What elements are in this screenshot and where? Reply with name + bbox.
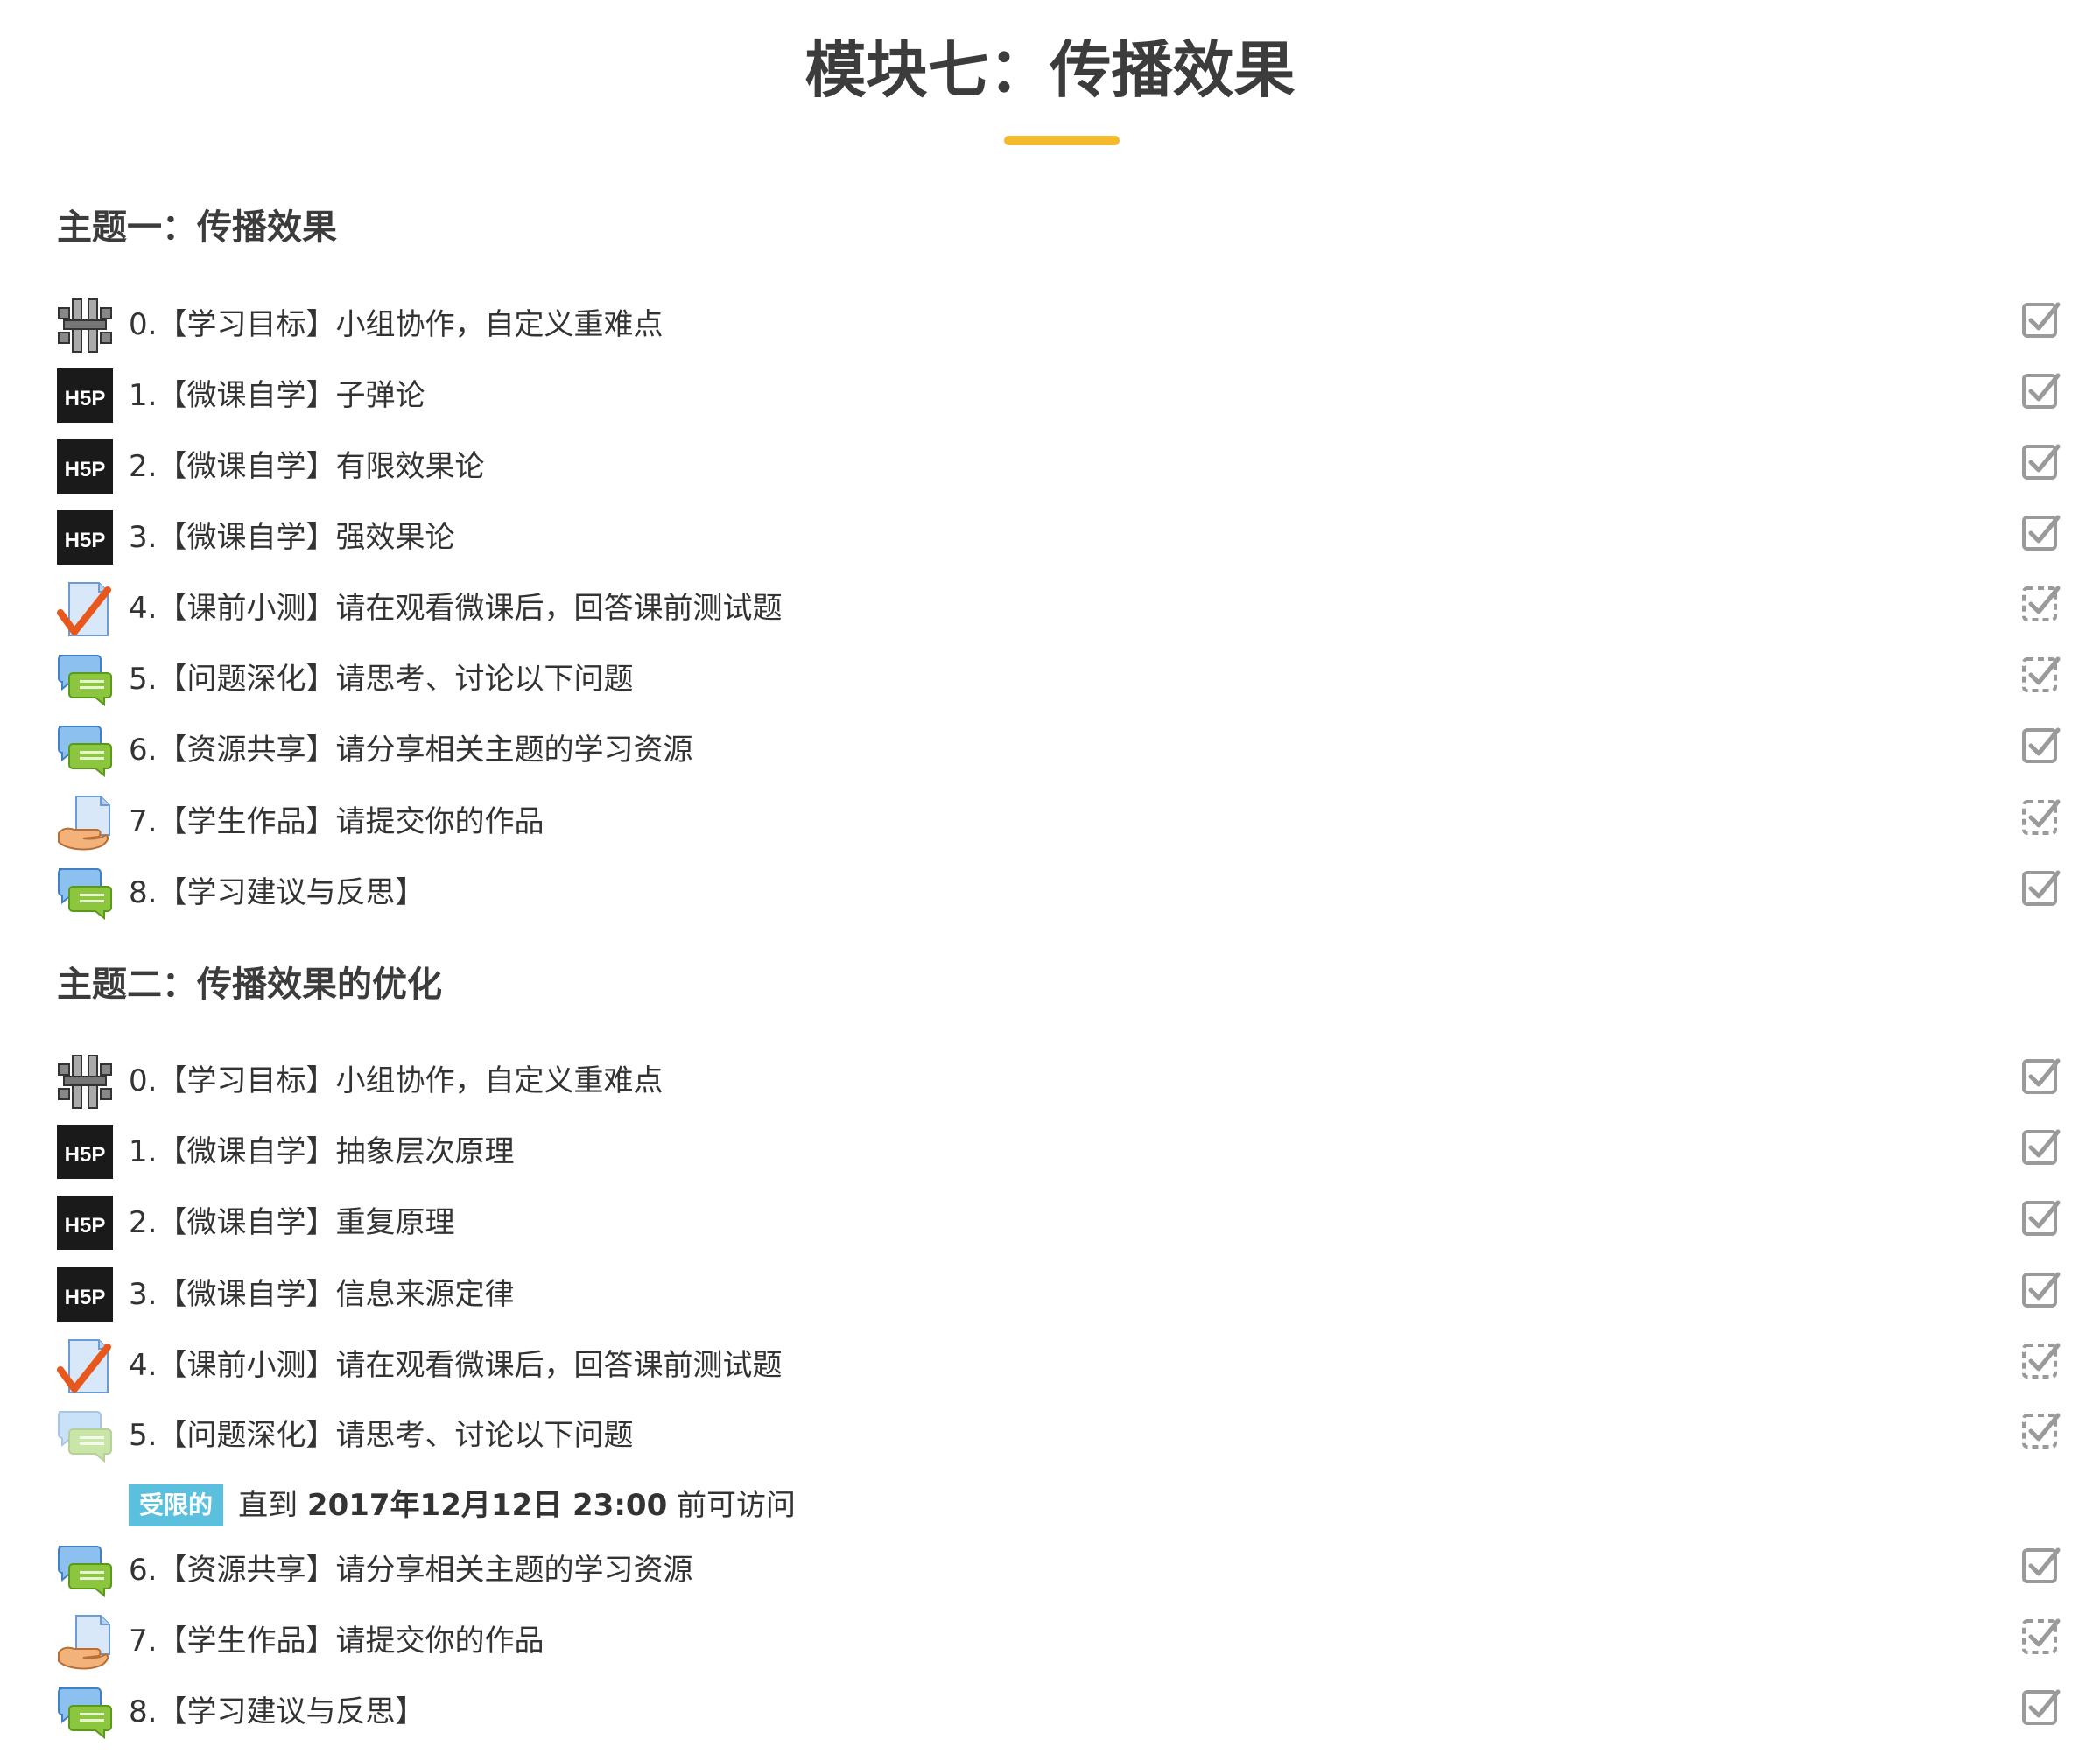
forum-icon: [57, 652, 113, 708]
quiz-icon: [57, 1338, 113, 1394]
activity-row: 8.【学习建议与反思】: [57, 1680, 2061, 1743]
completion-auto-icon: [2021, 654, 2061, 694]
activity-row: H5P 1.【微课自学】抽象层次原理: [57, 1119, 2061, 1182]
activity-row: 4.【课前小测】请在观看微课后，回答课前测试题: [57, 576, 2061, 639]
quiz-icon: [57, 581, 113, 637]
forum-icon: [57, 866, 113, 922]
completion-manual-done-icon[interactable]: [2021, 725, 2061, 765]
activity-row: H5P 1.【微课自学】子弹论: [57, 363, 2061, 426]
workshop-icon: [57, 298, 113, 354]
completion-manual-done-icon[interactable]: [2021, 1056, 2061, 1096]
activity-row: 8.【学习建议与反思】: [57, 860, 2061, 923]
svg-text:H5P: H5P: [65, 1286, 106, 1309]
activity-link[interactable]: 6.【资源共享】请分享相关主题的学习资源: [129, 1548, 692, 1592]
restriction-prefix: 直到: [238, 1488, 298, 1523]
activity-link[interactable]: 8.【学习建议与反思】: [129, 1690, 425, 1734]
activity-link[interactable]: 2.【微课自学】重复原理: [129, 1201, 454, 1245]
completion-manual-done-icon[interactable]: [2021, 1545, 2061, 1585]
restriction-text: 直到 2017年12月12日 23:00 前可访问: [238, 1484, 796, 1527]
activity-row: 5.【问题深化】请思考、讨论以下问题: [57, 647, 2061, 710]
restriction-suffix: 前可访问: [677, 1488, 797, 1523]
completion-auto-icon: [2021, 1410, 2061, 1450]
completion-manual-done-icon[interactable]: [2021, 441, 2061, 481]
h5p-icon: H5P: [57, 368, 113, 424]
activity-link[interactable]: 1.【微课自学】子弹论: [129, 374, 425, 417]
activity-row: 0.【学习目标】小组协作，自定义重难点: [57, 1049, 2061, 1112]
activity-link[interactable]: 7.【学生作品】请提交你的作品: [129, 1619, 544, 1663]
activity-link[interactable]: 2.【微课自学】有限效果论: [129, 445, 484, 488]
activity-link[interactable]: 4.【课前小测】请在观看微课后，回答课前测试题: [129, 1344, 782, 1387]
completion-auto-icon: [2021, 1340, 2061, 1380]
section-title-1: 主题一：传播效果: [57, 207, 337, 248]
activity-link[interactable]: 1.【微课自学】抽象层次原理: [129, 1130, 514, 1174]
page-title: 模块七：传播效果: [804, 34, 1296, 106]
workshop-icon: [57, 1054, 113, 1110]
activity-row: 0.【学习目标】小组协作，自定义重难点: [57, 292, 2061, 355]
section-title-2: 主题二：传播效果的优化: [57, 965, 442, 1005]
completion-manual-done-icon[interactable]: [2021, 370, 2061, 410]
completion-manual-done-icon[interactable]: [2021, 1126, 2061, 1167]
completion-auto-icon: [2021, 1616, 2061, 1656]
title-underline: [1004, 136, 1120, 145]
activity-row: H5P 2.【微课自学】有限效果论: [57, 434, 2061, 497]
restriction-notice: 受限的 直到 2017年12月12日 23:00 前可访问: [129, 1484, 796, 1527]
forum-icon: [57, 723, 113, 779]
completion-manual-done-icon[interactable]: [2021, 1269, 2061, 1309]
h5p-icon: H5P: [57, 1196, 113, 1252]
activity-link[interactable]: 8.【学习建议与反思】: [129, 871, 425, 915]
svg-text:H5P: H5P: [65, 1143, 106, 1167]
assignment-icon: [57, 1614, 113, 1670]
activity-link[interactable]: 6.【资源共享】请分享相关主题的学习资源: [129, 728, 692, 772]
forum-icon: [57, 1543, 113, 1599]
completion-manual-done-icon[interactable]: [2021, 867, 2061, 908]
activity-link[interactable]: 7.【学生作品】请提交你的作品: [129, 800, 544, 844]
h5p-icon: H5P: [57, 439, 113, 495]
activity-row: H5P 2.【微课自学】重复原理: [57, 1190, 2061, 1253]
activity-row: H5P 3.【微课自学】强效果论: [57, 505, 2061, 568]
restricted-badge: 受限的: [129, 1484, 224, 1526]
restriction-date: 2017年12月12日 23:00: [306, 1488, 668, 1523]
activity-link[interactable]: 4.【课前小测】请在观看微课后，回答课前测试题: [129, 586, 782, 630]
completion-manual-done-icon[interactable]: [2021, 299, 2061, 340]
activity-link[interactable]: 3.【微课自学】强效果论: [129, 516, 454, 559]
activity-row: 4.【课前小测】请在观看微课后，回答课前测试题: [57, 1333, 2061, 1396]
activity-row: 7.【学生作品】请提交你的作品: [57, 789, 2061, 852]
h5p-icon: H5P: [57, 510, 113, 566]
forum-icon: [57, 1685, 113, 1741]
svg-text:H5P: H5P: [65, 458, 106, 481]
completion-manual-done-icon[interactable]: [2021, 1197, 2061, 1238]
svg-text:H5P: H5P: [65, 1214, 106, 1238]
completion-manual-done-icon[interactable]: [2021, 1687, 2061, 1727]
assignment-icon: [57, 795, 113, 851]
activity-link[interactable]: 0.【学习目标】小组协作，自定义重难点: [129, 1059, 663, 1103]
svg-text:H5P: H5P: [65, 387, 106, 410]
activity-row: 6.【资源共享】请分享相关主题的学习资源: [57, 1538, 2061, 1601]
h5p-icon: H5P: [57, 1267, 113, 1323]
activity-row: 7.【学生作品】请提交你的作品: [57, 1609, 2061, 1672]
svg-text:H5P: H5P: [65, 529, 106, 552]
activity-row: H5P 3.【微课自学】信息来源定律: [57, 1262, 2061, 1325]
activity-row: 5.【问题深化】请思考、讨论以下问题: [57, 1403, 2061, 1466]
activity-link[interactable]: 0.【学习目标】小组协作，自定义重难点: [129, 303, 663, 347]
completion-auto-icon: [2021, 583, 2061, 623]
activity-name-restricted: 5.【问题深化】请思考、讨论以下问题: [129, 1418, 634, 1453]
completion-manual-done-icon[interactable]: [2021, 512, 2061, 552]
forum-icon-dimmed: [57, 1408, 113, 1464]
activity-link[interactable]: 5.【问题深化】请思考、讨论以下问题: [129, 657, 633, 701]
completion-auto-icon: [2021, 796, 2061, 837]
course-module-page: 模块七：传播效果 主题一：传播效果 0.【学习目标】小组协作，自定义重难点 H5…: [0, 0, 2100, 1754]
activity-link[interactable]: 3.【微课自学】信息来源定律: [129, 1273, 514, 1316]
h5p-icon: H5P: [57, 1125, 113, 1181]
activity-row: 6.【资源共享】请分享相关主题的学习资源: [57, 718, 2061, 781]
